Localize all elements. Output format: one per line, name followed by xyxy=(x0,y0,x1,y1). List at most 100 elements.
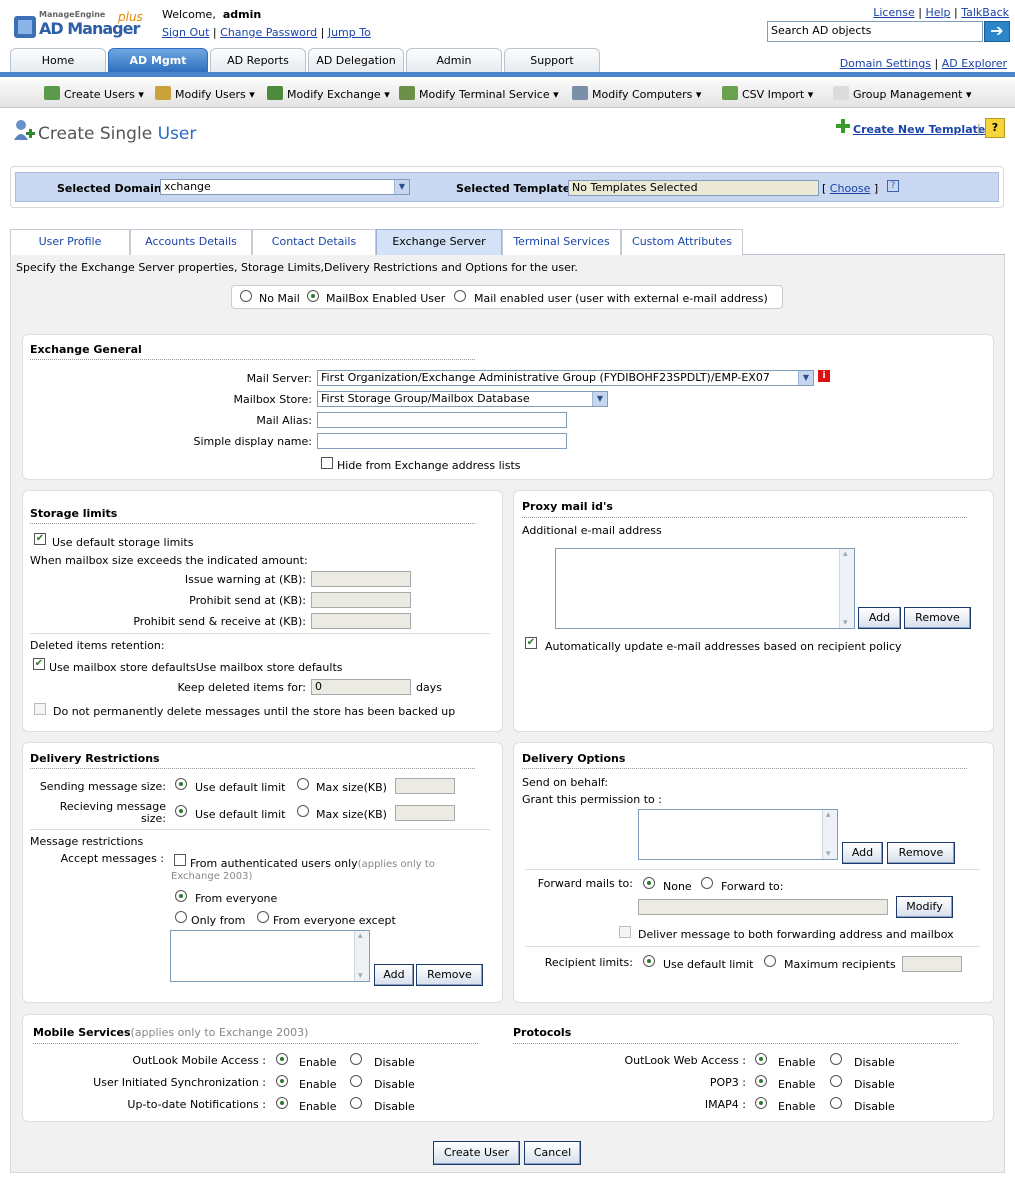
receiving-default-radio[interactable] xyxy=(175,805,187,817)
from-everyone-radio[interactable] xyxy=(175,890,187,902)
group-management-menu[interactable]: Group Management ▾ xyxy=(833,86,971,101)
do-not-delete-checkbox[interactable] xyxy=(34,703,46,715)
owa-enable-radio[interactable] xyxy=(755,1053,767,1065)
utd-disable-radio[interactable] xyxy=(350,1097,362,1109)
mail-enabled-radio[interactable] xyxy=(454,290,466,302)
tab-ad-delegation[interactable]: AD Delegation xyxy=(308,48,404,72)
everyone-except-label: From everyone except xyxy=(273,914,396,927)
modify-users-menu[interactable]: Modify Users ▾ xyxy=(155,86,255,101)
everyone-except-radio[interactable] xyxy=(257,911,269,923)
csv-import-menu[interactable]: CSV Import ▾ xyxy=(722,86,813,101)
search-input[interactable]: Search AD objects xyxy=(767,21,983,42)
modify-exchange-menu[interactable]: Modify Exchange ▾ xyxy=(267,86,390,101)
forward-none-radio[interactable] xyxy=(643,877,655,889)
mail-alias-input[interactable] xyxy=(317,412,567,428)
jump-to-link[interactable]: Jump To xyxy=(328,26,371,39)
recipient-max-input[interactable] xyxy=(902,956,962,972)
from-authenticated-label: From authenticated users only(applies on… xyxy=(190,857,435,870)
issue-warning-input[interactable] xyxy=(311,571,411,587)
create-user-button[interactable]: Create User xyxy=(433,1141,520,1165)
group-icon xyxy=(833,86,849,100)
sending-max-input[interactable] xyxy=(395,778,455,794)
help-link[interactable]: Help xyxy=(925,6,950,19)
owa-disable-label: Disable xyxy=(854,1056,895,1069)
from-authenticated-checkbox[interactable] xyxy=(174,854,186,866)
sign-out-link[interactable]: Sign Out xyxy=(162,26,209,39)
domain-select[interactable]: xchange ▼ xyxy=(160,179,410,195)
sending-max-radio[interactable] xyxy=(297,778,309,790)
proxy-remove-button[interactable]: Remove xyxy=(904,607,971,629)
receiving-max-radio[interactable] xyxy=(297,805,309,817)
forward-modify-button[interactable]: Modify xyxy=(896,896,953,918)
change-password-link[interactable]: Change Password xyxy=(220,26,317,39)
prohibit-send-input[interactable] xyxy=(311,592,411,608)
create-new-template-link[interactable]: Create New Template xyxy=(853,123,985,136)
grant-list[interactable] xyxy=(638,809,838,860)
help-icon[interactable]: ? xyxy=(985,118,1005,138)
pop3-enable-radio[interactable] xyxy=(755,1075,767,1087)
create-users-menu[interactable]: Create Users ▾ xyxy=(44,86,144,101)
recipient-default-radio[interactable] xyxy=(643,955,655,967)
sending-default-radio[interactable] xyxy=(175,778,187,790)
hide-address-checkbox[interactable] xyxy=(321,457,333,469)
search-go-icon[interactable]: ➔ xyxy=(984,21,1010,42)
deliver-both-checkbox[interactable] xyxy=(619,926,631,938)
owa-label: OutLook Web Access : xyxy=(624,1054,746,1067)
use-store-defaults-checkbox[interactable]: ✔ xyxy=(33,658,45,670)
oma-enable-radio[interactable] xyxy=(276,1053,288,1065)
uis-disable-radio[interactable] xyxy=(350,1075,362,1087)
license-link[interactable]: License xyxy=(873,6,914,19)
modify-terminal-menu[interactable]: Modify Terminal Service ▾ xyxy=(399,86,559,101)
tab-custom-attributes[interactable]: Custom Attributes xyxy=(621,229,743,255)
uis-enable-radio[interactable] xyxy=(276,1075,288,1087)
forward-to-radio[interactable] xyxy=(701,877,713,889)
cancel-button[interactable]: Cancel xyxy=(524,1141,581,1165)
tab-ad-mgmt[interactable]: AD Mgmt xyxy=(108,48,208,72)
question-icon[interactable]: ? xyxy=(887,180,899,192)
mailbox-enabled-radio[interactable] xyxy=(307,290,319,302)
tab-contact-details[interactable]: Contact Details xyxy=(252,229,376,255)
restriction-add-button[interactable]: Add xyxy=(374,964,414,986)
auto-update-checkbox[interactable]: ✔ xyxy=(525,637,537,649)
imap4-enable-radio[interactable] xyxy=(755,1097,767,1109)
grant-remove-button[interactable]: Remove xyxy=(887,842,955,864)
pop3-disable-label: Disable xyxy=(854,1078,895,1091)
tab-ad-reports[interactable]: AD Reports xyxy=(210,48,306,72)
imap4-disable-radio[interactable] xyxy=(830,1097,842,1109)
modify-computers-menu[interactable]: Modify Computers ▾ xyxy=(572,86,701,101)
ad-explorer-link[interactable]: AD Explorer xyxy=(942,57,1007,70)
mailbox-store-select[interactable]: First Storage Group/Mailbox Database ▼ xyxy=(317,391,608,407)
restriction-remove-button[interactable]: Remove xyxy=(416,964,483,986)
tab-terminal-services[interactable]: Terminal Services xyxy=(502,229,621,255)
welcome-area: Welcome, admin Sign Out | Change Passwor… xyxy=(162,8,371,39)
receiving-max-input[interactable] xyxy=(395,805,455,821)
oma-disable-radio[interactable] xyxy=(350,1053,362,1065)
tab-user-profile[interactable]: User Profile xyxy=(10,229,130,255)
display-name-input[interactable] xyxy=(317,433,567,449)
mail-server-select[interactable]: First Organization/Exchange Administrati… xyxy=(317,370,814,386)
recipient-max-radio[interactable] xyxy=(764,955,776,967)
receiving-max-label: Max size(KB) xyxy=(316,808,387,821)
keep-deleted-input[interactable]: 0 xyxy=(311,679,411,695)
tab-admin[interactable]: Admin xyxy=(406,48,502,72)
proxy-add-button[interactable]: Add xyxy=(858,607,901,629)
tab-exchange-server[interactable]: Exchange Server xyxy=(376,229,502,255)
domain-settings-link[interactable]: Domain Settings xyxy=(840,57,931,70)
tab-accounts-details[interactable]: Accounts Details xyxy=(130,229,252,255)
only-from-radio[interactable] xyxy=(175,911,187,923)
info-icon[interactable]: i xyxy=(818,370,830,382)
tab-support[interactable]: Support xyxy=(504,48,600,72)
talkback-link[interactable]: TalkBack xyxy=(961,6,1009,19)
forward-to-input[interactable] xyxy=(638,899,888,915)
choose-template-link[interactable]: Choose xyxy=(830,182,871,195)
utd-enable-radio[interactable] xyxy=(276,1097,288,1109)
pop3-disable-radio[interactable] xyxy=(830,1075,842,1087)
restriction-list[interactable] xyxy=(170,930,370,982)
prohibit-send-receive-input[interactable] xyxy=(311,613,411,629)
no-mail-radio[interactable] xyxy=(240,290,252,302)
use-default-storage-checkbox[interactable]: ✔ xyxy=(34,533,46,545)
additional-email-list[interactable] xyxy=(555,548,855,629)
tab-home[interactable]: Home xyxy=(10,48,106,72)
grant-add-button[interactable]: Add xyxy=(842,842,883,864)
owa-disable-radio[interactable] xyxy=(830,1053,842,1065)
